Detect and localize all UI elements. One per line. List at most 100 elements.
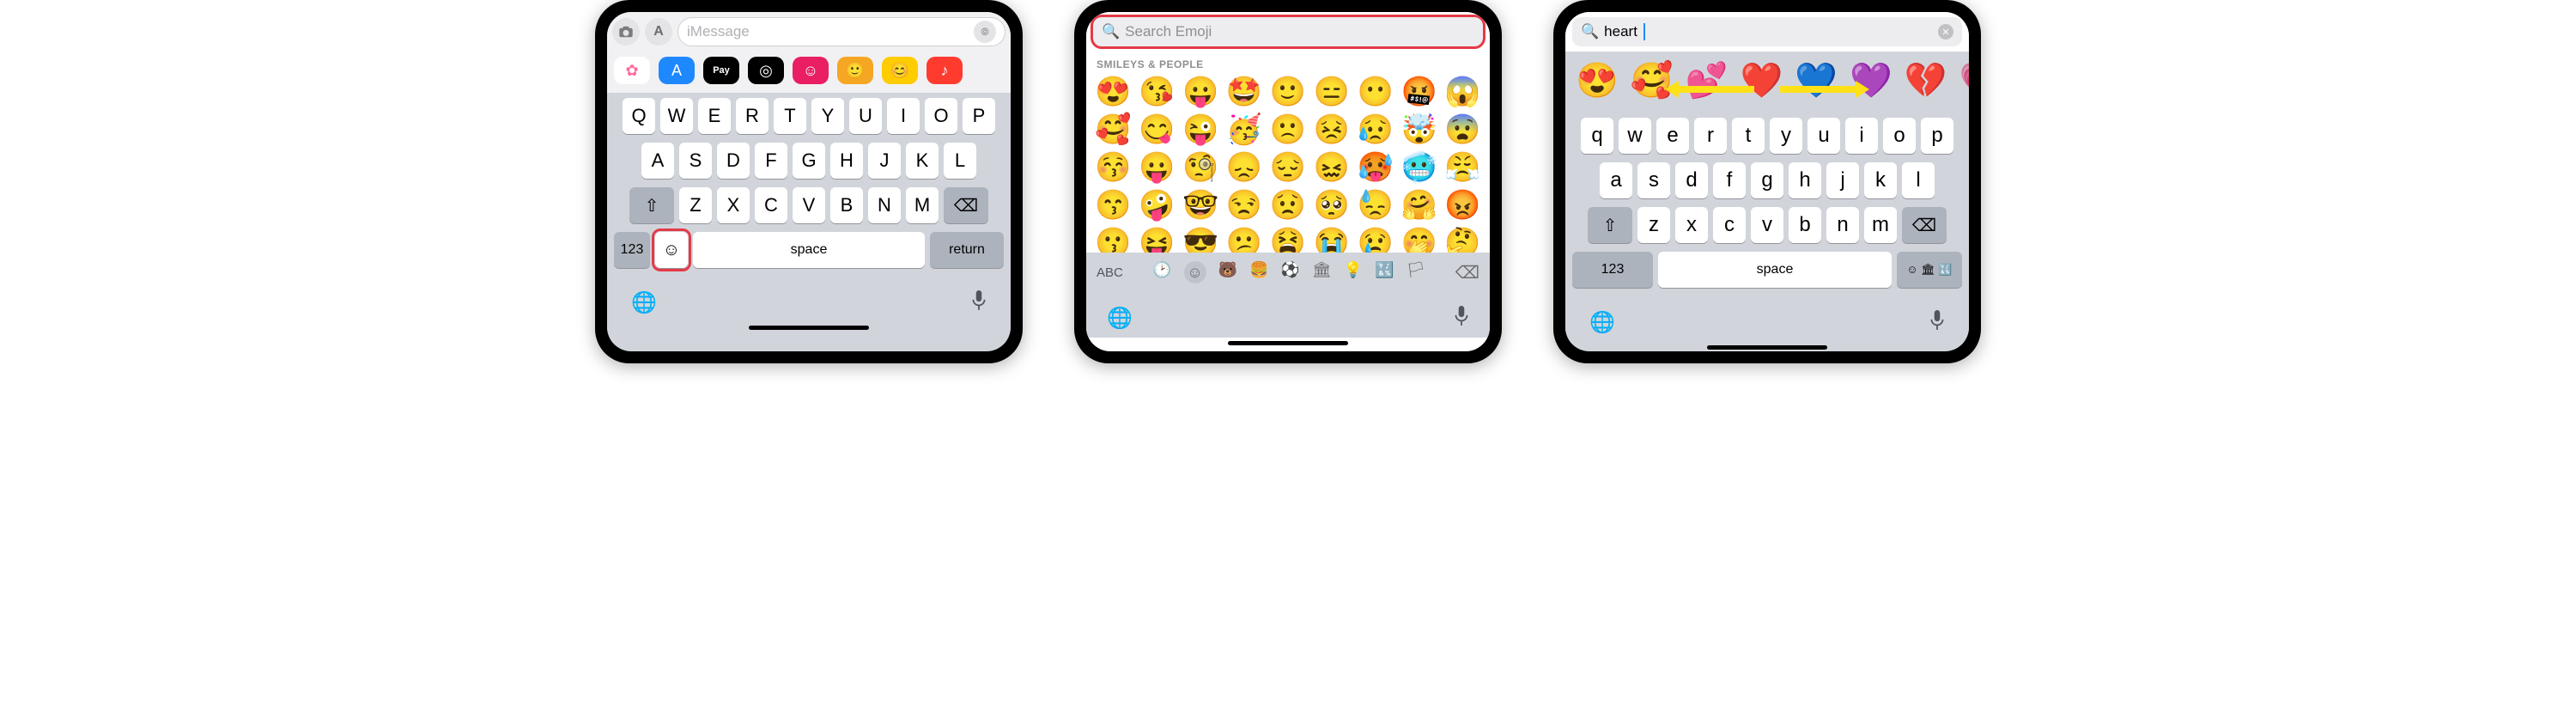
key-v[interactable]: v — [1751, 207, 1783, 243]
key-j[interactable]: j — [1826, 162, 1859, 198]
emoji-cell[interactable]: 😝 — [1137, 227, 1177, 253]
return-key[interactable]: return — [930, 232, 1004, 268]
camera-icon[interactable] — [612, 18, 640, 46]
emoji-cell[interactable]: 😟 — [1268, 189, 1309, 222]
emoji-cell[interactable]: 😑 — [1311, 76, 1352, 108]
mic-icon[interactable] — [1929, 310, 1945, 337]
home-indicator[interactable] — [1707, 345, 1827, 350]
app-sticker2[interactable]: 😊 — [882, 57, 918, 84]
app-sticker1[interactable]: 🙂 — [837, 57, 873, 84]
key-p[interactable]: P — [963, 98, 995, 134]
emoji-cell[interactable]: 🤔 — [1443, 227, 1483, 253]
emoji-key[interactable]: ☺ — [655, 232, 688, 268]
key-i[interactable]: I — [887, 98, 920, 134]
emoji-cell[interactable]: 🧐 — [1181, 151, 1221, 184]
key-x[interactable]: X — [717, 187, 750, 223]
key-y[interactable]: y — [1770, 118, 1802, 154]
key-x[interactable]: x — [1675, 207, 1708, 243]
emoji-category-1[interactable]: ☺ — [1184, 261, 1206, 283]
key-g[interactable]: G — [793, 143, 825, 179]
key-a[interactable]: a — [1600, 162, 1632, 198]
emoji-cell[interactable]: 😶 — [1355, 76, 1395, 108]
key-l[interactable]: L — [944, 143, 976, 179]
key-r[interactable]: R — [736, 98, 769, 134]
emoji-result[interactable]: 💗 — [1959, 60, 1969, 101]
clear-search-icon[interactable]: ✕ — [1938, 24, 1953, 40]
key-e[interactable]: E — [698, 98, 731, 134]
emoji-cell[interactable]: 😔 — [1268, 151, 1309, 184]
emoji-cell[interactable]: 😙 — [1093, 189, 1133, 222]
emoji-cell[interactable]: 🥵 — [1355, 151, 1395, 184]
emoji-cell[interactable]: 😞 — [1224, 151, 1265, 184]
abc-key[interactable]: ABC — [1097, 265, 1123, 280]
app-photos[interactable]: ✿ — [614, 57, 650, 84]
key-b[interactable]: b — [1789, 207, 1821, 243]
key-w[interactable]: W — [660, 98, 693, 134]
key-c[interactable]: C — [755, 187, 787, 223]
message-input[interactable]: iMessage ⦾ — [677, 17, 1005, 46]
shift-key[interactable]: ⇧ — [1588, 207, 1632, 243]
key-k[interactable]: K — [906, 143, 939, 179]
emoji-cell[interactable]: 🙂 — [1268, 76, 1309, 108]
key-v[interactable]: V — [793, 187, 825, 223]
key-q[interactable]: Q — [623, 98, 655, 134]
key-k[interactable]: k — [1864, 162, 1897, 198]
app-memoji[interactable]: ☺ — [793, 57, 829, 84]
backspace-key[interactable]: ⌫ — [1902, 207, 1947, 243]
key-d[interactable]: D — [717, 143, 750, 179]
emoji-cell[interactable]: 😒 — [1224, 189, 1265, 222]
emoji-cell[interactable]: 😚 — [1093, 151, 1133, 184]
key-j[interactable]: J — [868, 143, 901, 179]
emoji-cell[interactable]: 😛 — [1181, 76, 1221, 108]
key-o[interactable]: O — [925, 98, 957, 134]
key-o[interactable]: o — [1883, 118, 1916, 154]
key-f[interactable]: f — [1713, 162, 1746, 198]
key-l[interactable]: l — [1902, 162, 1935, 198]
globe-icon[interactable]: 🌐 — [1107, 306, 1133, 332]
key-z[interactable]: Z — [679, 187, 712, 223]
emoji-category-4[interactable]: ⚽ — [1280, 261, 1299, 283]
emoji-cell[interactable]: 😎 — [1181, 227, 1221, 253]
emoji-category-key[interactable]: ☺ 🏛 🔣 — [1897, 252, 1962, 288]
emoji-cell[interactable]: 😨 — [1443, 113, 1483, 146]
appstore-icon[interactable]: A — [645, 18, 672, 46]
emoji-cell[interactable]: 😖 — [1311, 151, 1352, 184]
emoji-cell[interactable]: 🤬 — [1399, 76, 1439, 108]
emoji-cell[interactable]: 🥳 — [1224, 113, 1265, 146]
emoji-cell[interactable]: 😓 — [1355, 189, 1395, 222]
spacebar[interactable]: space — [693, 232, 925, 268]
emoji-cell[interactable]: 😘 — [1137, 76, 1177, 108]
key-t[interactable]: t — [1732, 118, 1765, 154]
key-e[interactable]: e — [1656, 118, 1689, 154]
key-y[interactable]: Y — [811, 98, 844, 134]
globe-icon[interactable]: 🌐 — [1589, 310, 1615, 337]
emoji-cell[interactable]: 😱 — [1443, 76, 1483, 108]
emoji-cell[interactable]: 😗 — [1093, 227, 1133, 253]
key-a[interactable]: A — [641, 143, 674, 179]
home-indicator[interactable] — [1228, 341, 1348, 345]
emoji-category-2[interactable]: 🐻 — [1218, 261, 1237, 283]
key-m[interactable]: M — [906, 187, 939, 223]
emoji-result[interactable]: 😍 — [1576, 60, 1619, 101]
key-n[interactable]: N — [868, 187, 901, 223]
app-activity[interactable]: ◎ — [748, 57, 784, 84]
emoji-category-5[interactable]: 🏛 — [1312, 261, 1332, 283]
emoji-cell[interactable]: 😕 — [1224, 227, 1265, 253]
emoji-cell[interactable]: 🤓 — [1181, 189, 1221, 222]
emoji-cell[interactable]: 😋 — [1137, 113, 1177, 146]
shift-key[interactable]: ⇧ — [629, 187, 674, 223]
emoji-cell[interactable]: 🤭 — [1399, 227, 1439, 253]
emoji-category-7[interactable]: 🔣 — [1375, 261, 1394, 283]
emoji-cell[interactable]: 😭 — [1311, 227, 1352, 253]
emoji-cell[interactable]: 🤪 — [1137, 189, 1177, 222]
emoji-cell[interactable]: 🙁 — [1268, 113, 1309, 146]
emoji-search-input[interactable]: 🔍 Search Emoji — [1093, 17, 1483, 46]
emoji-result[interactable]: 💙 — [1795, 60, 1838, 101]
emoji-cell[interactable]: 😤 — [1443, 151, 1483, 184]
key-h[interactable]: h — [1789, 162, 1821, 198]
mic-icon[interactable] — [971, 290, 987, 317]
key-s[interactable]: S — [679, 143, 712, 179]
emoji-cell[interactable]: 🤩 — [1224, 76, 1265, 108]
key-f[interactable]: F — [755, 143, 787, 179]
spacebar[interactable]: space — [1658, 252, 1892, 288]
